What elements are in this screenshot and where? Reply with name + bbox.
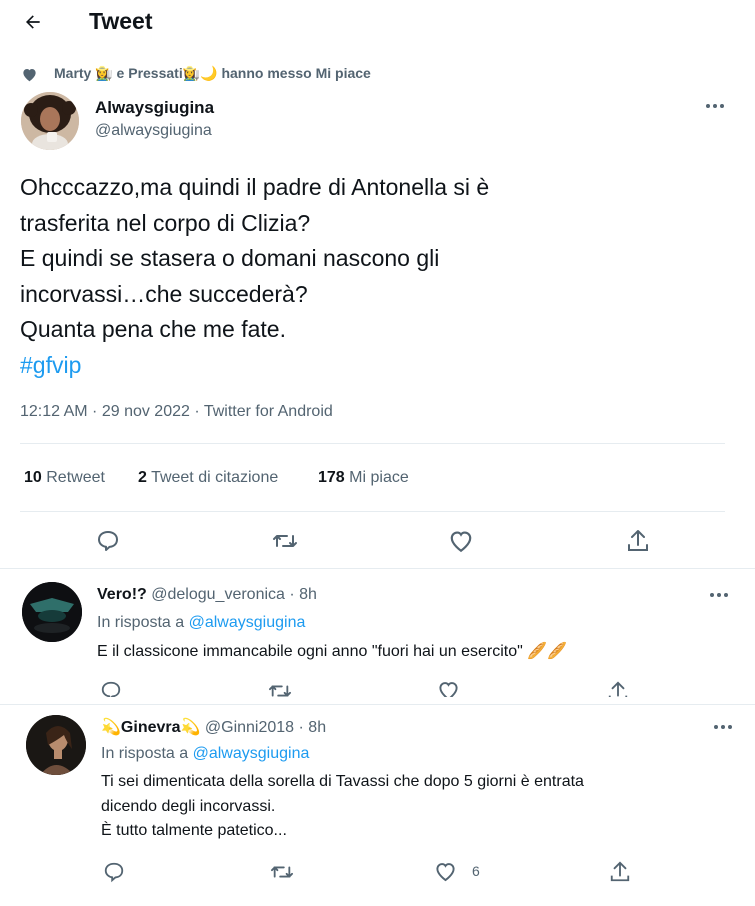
retweet-icon[interactable] [270,861,294,883]
retweet-icon[interactable] [272,529,298,553]
heart-filled-icon [21,67,38,82]
reply-text-line: dicendo degli incorvassi. [101,797,276,815]
divider [20,443,725,444]
hashtag-link[interactable]: #gfvip [20,348,740,384]
more-options-icon[interactable] [706,104,724,108]
reply-handle[interactable]: @delogu_veronica [151,586,285,603]
reply-text-line: E il classicone immancabile ogni anno "f… [97,643,568,660]
reply-to-link[interactable]: @alwaysgiugina [189,614,306,631]
stat-retweets[interactable]: 10 Retweet [24,469,105,487]
reply-time[interactable]: · 8h [289,586,317,603]
share-icon[interactable] [609,860,631,884]
like-icon[interactable] [437,680,460,697]
author-avatar[interactable] [21,92,79,150]
more-options-icon[interactable] [710,593,728,597]
reply-avatar[interactable] [22,582,82,642]
back-arrow-icon[interactable] [22,12,44,32]
reply-action-bar [0,680,755,697]
author-display-name[interactable]: Alwaysgiugina [95,98,214,118]
reply-display-name[interactable]: Vero!? [97,586,147,603]
divider [0,568,755,569]
reply-context: In risposta a @alwaysgiugina [97,614,305,632]
tweet-timestamp-source[interactable]: 12:12 AM · 29 nov 2022 · Twitter for And… [20,403,333,421]
reply-context-prefix: In risposta a [97,614,185,631]
reply-icon[interactable] [96,529,120,553]
reply-icon[interactable] [103,861,125,883]
stat-label: Mi piace [349,469,409,486]
stat-count: 178 [318,469,345,486]
retweet-icon[interactable] [268,680,292,697]
tweet-text: Ohcccazzo,ma quindi il padre di Antonell… [20,170,740,383]
tweet-text-line: incorvassi…che succederà? [20,280,308,307]
reply-handle[interactable]: @Ginni2018 [205,719,294,736]
name-emoji-right: 💫 [180,719,201,736]
reply-context-prefix: In risposta a [101,745,189,762]
share-icon[interactable] [607,680,629,697]
stat-quote-tweets[interactable]: 2 Tweet di citazione [138,469,278,487]
tweet-text-line: E quindi se stasera o domani nascono gli [20,245,440,271]
tweet-text-line: Ohcccazzo,ma quindi il padre di Antonell… [20,174,490,200]
share-icon[interactable] [626,528,650,554]
page-title: Tweet [89,8,153,34]
author-handle[interactable]: @alwaysgiugina [95,122,212,140]
name-emoji-left: 💫 [101,719,121,736]
tweet-text-line: Quanta pena che me fate. [20,316,286,342]
stat-count: 2 [138,469,147,486]
reply-text-line: Ti sei dimenticata della sorella di Tava… [101,773,584,790]
stat-count: 10 [24,469,42,486]
like-icon[interactable] [448,529,474,553]
reply-text: Ti sei dimenticata della sorella di Tava… [101,770,741,844]
reply-text: E il classicone immancabile ogni anno "f… [97,640,567,664]
reply-display-name[interactable]: Ginevra [121,719,181,736]
social-context-text[interactable]: Marty 👩‍🌾 e Pressati👩‍🌾🌙 hanno messo Mi … [54,65,371,82]
stat-label: Retweet [46,469,105,486]
reply-to-link[interactable]: @alwaysgiugina [193,745,310,762]
reply-header: 💫Ginevra💫 @Ginni2018 · 8h [101,717,326,737]
tweet-text-line: trasferita nel corpo di Clizia? [20,209,311,236]
reply-time[interactable]: · 8h [299,719,327,736]
divider [20,511,725,512]
stat-label: Tweet di citazione [151,469,279,486]
divider [0,704,755,705]
reply-text-line: È tutto talmente patetico... [101,822,287,839]
stat-likes[interactable]: 178 Mi piace [318,469,409,487]
like-count: 6 [472,863,480,879]
more-options-icon[interactable] [714,725,732,729]
like-icon[interactable] [434,861,457,882]
reply-icon[interactable] [100,680,122,697]
reply-context: In risposta a @alwaysgiugina [101,745,309,763]
reply-header: Vero!? @delogu_veronica · 8h [97,586,317,604]
reply-avatar[interactable] [26,715,86,775]
